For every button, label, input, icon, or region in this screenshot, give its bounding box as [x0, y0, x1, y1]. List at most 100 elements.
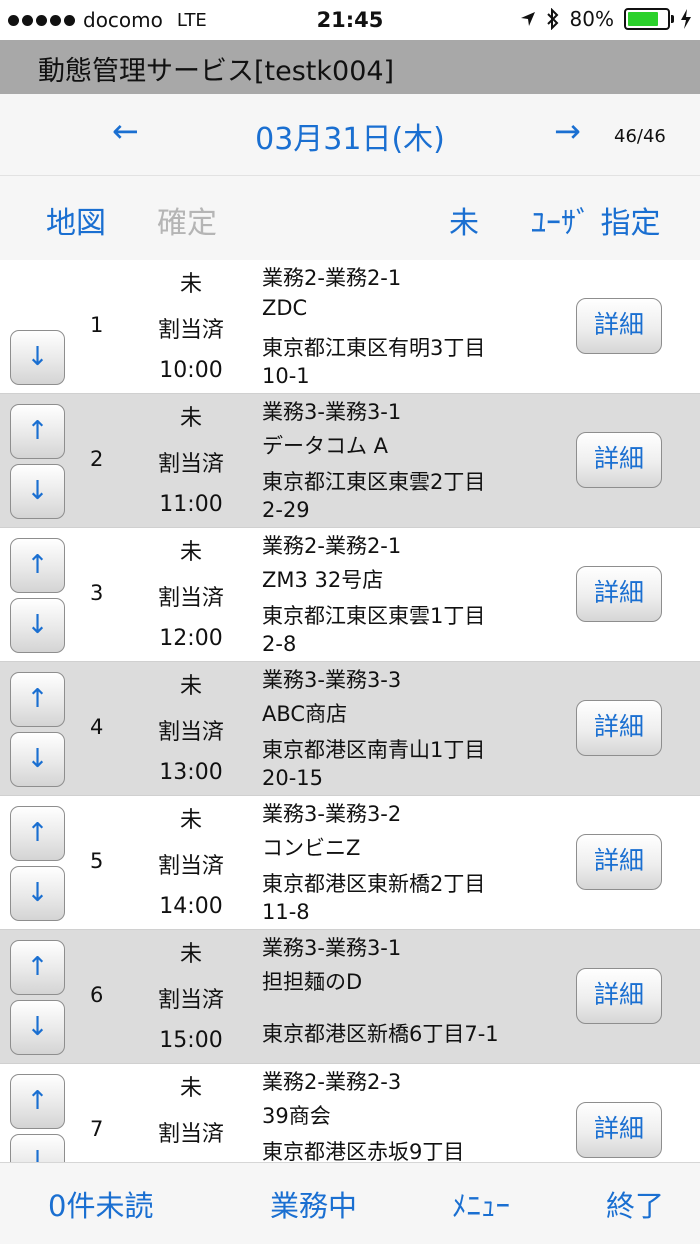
detail-button[interactable]: 詳細 [576, 1102, 662, 1158]
move-down-button[interactable]: ↓ [10, 330, 65, 385]
row-status: 未 [179, 808, 202, 833]
row-task: 業務2-業務2-1 [262, 534, 402, 558]
detail-button[interactable]: 詳細 [576, 298, 662, 354]
row-name: コンビニZ [262, 836, 361, 860]
row-address-line2: 20-15 [262, 766, 324, 790]
charging-bolt-icon [681, 9, 691, 29]
confirm-button[interactable]: 確定 [157, 198, 217, 242]
map-button[interactable]: 地図 [46, 198, 106, 242]
row-assign-status: 割当済 [157, 452, 224, 477]
working-tab[interactable]: 業務中 [270, 1183, 357, 1225]
move-down-button[interactable]: ↓ [10, 1000, 65, 1055]
row-name: ZDC [262, 296, 308, 320]
bottom-tab-bar: 0件未読 業務中 ﾒﾆｭｰ 終了 [0, 1162, 700, 1244]
row-address: 東京都港区南青山1丁目 [262, 738, 486, 762]
row-number: 3 [90, 581, 104, 605]
row-address: 東京都江東区有明3丁目 [262, 336, 486, 360]
row-time: 11:00 [159, 492, 223, 517]
move-up-button[interactable]: ↑ [10, 1074, 65, 1129]
list-item: ↑ ↓ 6 未 割当済 15:00 業務3-業務3-1 担担麺のD 東京都港区新… [0, 930, 700, 1064]
row-status: 未 [179, 1076, 202, 1101]
row-address-line2: 10-1 [262, 364, 310, 388]
row-number: 2 [90, 447, 104, 471]
row-assign-status: 割当済 [157, 318, 224, 343]
row-number: 6 [90, 983, 104, 1007]
row-task: 業務3-業務3-2 [262, 802, 402, 826]
current-date[interactable]: 03月31日(木) [0, 114, 700, 158]
unread-tab[interactable]: 0件未読 [48, 1183, 153, 1225]
row-status: 未 [179, 272, 202, 297]
next-day-button[interactable]: → [554, 112, 581, 150]
list-item: ↓ 1 未 割当済 10:00 業務2-業務2-1 ZDC 東京都江東区有明3丁… [0, 260, 700, 394]
status-bar: docomo LTE 21:45 80% [0, 0, 700, 40]
row-status: 未 [179, 540, 202, 565]
task-list: ↓ 1 未 割当済 10:00 業務2-業務2-1 ZDC 東京都江東区有明3丁… [0, 260, 700, 1162]
row-task: 業務2-業務2-1 [262, 266, 402, 290]
battery-percent: 80% [569, 7, 614, 31]
move-down-button[interactable]: ↓ [10, 1134, 65, 1162]
date-navigation: ← 03月31日(木) → 46/46 [0, 94, 700, 176]
menu-tab[interactable]: ﾒﾆｭｰ [452, 1183, 510, 1225]
row-assign-status: 割当済 [157, 854, 224, 879]
row-assign-status: 割当済 [157, 988, 224, 1013]
row-time: 10:00 [159, 358, 223, 383]
list-item: ↑ ↓ 4 未 割当済 13:00 業務3-業務3-3 ABC商店 東京都港区南… [0, 662, 700, 796]
detail-button[interactable]: 詳細 [576, 834, 662, 890]
page-counter: 46/46 [614, 126, 666, 147]
move-up-button[interactable]: ↑ [10, 940, 65, 995]
move-up-button[interactable]: ↑ [10, 806, 65, 861]
title-bar: 動態管理サービス[testk004] [0, 40, 700, 94]
row-address-line2: 2-8 [262, 632, 297, 656]
detail-button[interactable]: 詳細 [576, 432, 662, 488]
row-address: 東京都港区東新橋2丁目 [262, 872, 486, 896]
move-up-button[interactable]: ↑ [10, 672, 65, 727]
list-item: ↑ ↓ 5 未 割当済 14:00 業務3-業務3-2 コンビニZ 東京都港区東… [0, 796, 700, 930]
row-name: 39商会 [262, 1104, 331, 1128]
move-down-button[interactable]: ↓ [10, 598, 65, 653]
detail-button[interactable]: 詳細 [576, 700, 662, 756]
battery-icon [624, 8, 674, 30]
detail-button[interactable]: 詳細 [576, 566, 662, 622]
row-number: 4 [90, 715, 104, 739]
move-down-button[interactable]: ↓ [10, 866, 65, 921]
row-status: 未 [179, 406, 202, 431]
move-up-button[interactable]: ↑ [10, 404, 65, 459]
row-address: 東京都江東区東雲1丁目 [262, 604, 486, 628]
move-down-button[interactable]: ↓ [10, 464, 65, 519]
row-number: 1 [90, 313, 104, 337]
location-arrow-icon [520, 12, 535, 26]
row-status: 未 [179, 674, 202, 699]
row-assign-status: 割当済 [157, 1122, 224, 1147]
row-name: ABC商店 [262, 702, 348, 726]
bluetooth-icon [546, 8, 558, 30]
row-status: 未 [179, 942, 202, 967]
quit-tab[interactable]: 終了 [606, 1183, 664, 1225]
user-assign-button[interactable]: ﾕｰｻﾞ 指定 [531, 198, 661, 242]
action-bar: 地図 確定 未 ﾕｰｻﾞ 指定 [0, 176, 700, 260]
detail-button[interactable]: 詳細 [576, 968, 662, 1024]
row-task: 業務3-業務3-3 [262, 668, 402, 692]
row-task: 業務3-業務3-1 [262, 936, 402, 960]
row-address-line2: 2-29 [262, 498, 310, 522]
unassigned-filter-button[interactable]: 未 [449, 198, 479, 242]
row-number: 7 [90, 1117, 104, 1141]
row-time: 13:00 [159, 760, 223, 785]
row-name: データコム A [262, 434, 389, 458]
move-up-button[interactable]: ↑ [10, 538, 65, 593]
row-name: 担担麺のD [262, 970, 363, 994]
move-down-button[interactable]: ↓ [10, 732, 65, 787]
row-number: 5 [90, 849, 104, 873]
page-title: 動態管理サービス[testk004] [38, 56, 395, 87]
row-time: 12:00 [159, 626, 223, 651]
row-task: 業務2-業務2-3 [262, 1070, 402, 1094]
row-time: 15:00 [159, 1028, 223, 1053]
battery-fill [628, 12, 659, 26]
row-assign-status: 割当済 [157, 586, 224, 611]
row-assign-status: 割当済 [157, 720, 224, 745]
row-address: 東京都港区赤坂9丁目 [262, 1140, 465, 1162]
row-address: 東京都江東区東雲2丁目 [262, 470, 486, 494]
row-task: 業務3-業務3-1 [262, 400, 402, 424]
list-item: ↑ ↓ 7 未 割当済 業務2-業務2-3 39商会 東京都港区赤坂9丁目 詳細 [0, 1064, 700, 1162]
row-address-line2: 11-8 [262, 900, 310, 924]
list-item: ↑ ↓ 3 未 割当済 12:00 業務2-業務2-1 ZM3 32号店 東京都… [0, 528, 700, 662]
